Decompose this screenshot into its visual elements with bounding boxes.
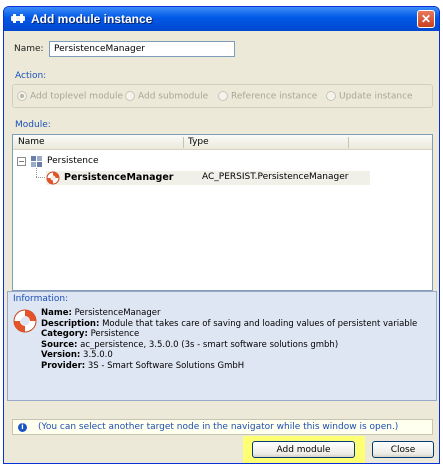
hint-text: (You can select another target node in t… (38, 422, 399, 432)
module-legend: Module: (15, 120, 51, 130)
tree-node-type: AC_PERSIST.PersistenceManager (202, 172, 349, 182)
info-category: Category: Persistence (41, 329, 429, 340)
info-value: ac_persistence, 3.5.0.0 (3s - smart soft… (80, 339, 339, 350)
radio-indicator (17, 91, 27, 101)
radio-reference-instance[interactable]: Reference instance (218, 91, 317, 103)
hint-bar: i (You can select another target node in… (12, 419, 433, 435)
tree-node-persistencemanager[interactable]: PersistenceManager AC_PERSIST.Persistenc… (46, 171, 370, 185)
title-bar[interactable]: Add module instance ✕ (4, 7, 439, 31)
radio-add-submodule[interactable]: Add submodule (125, 91, 208, 103)
information-panel: Information: Name: PersistenceManager De… (7, 291, 437, 401)
information-content: Name: PersistenceManager Description: Mo… (13, 307, 431, 397)
action-group: Add toplevel module Add submodule Refere… (12, 84, 433, 108)
info-key: Name: (41, 308, 72, 318)
add-module-button[interactable]: Add module (252, 441, 355, 458)
info-key: Provider: (41, 360, 86, 371)
name-label: Name: (14, 44, 44, 54)
tree-connector (36, 168, 37, 177)
module-icon (11, 14, 25, 23)
info-icon: i (18, 423, 27, 432)
radio-label: Update instance (339, 91, 413, 102)
radio-indicator (218, 91, 228, 101)
radio-indicator (125, 91, 135, 101)
radio-add-toplevel-module[interactable]: Add toplevel module (17, 91, 123, 103)
tree-header: Name Type (13, 135, 432, 150)
info-value: 3S - Smart Software Solutions GmbH (87, 360, 245, 371)
information-lines: Name: PersistenceManager Description: Mo… (41, 308, 429, 371)
radio-update-instance[interactable]: Update instance (326, 91, 413, 103)
info-key: Source: (41, 339, 78, 350)
column-header-type[interactable]: Type (188, 137, 209, 147)
info-description: Description: Module that takes care of s… (41, 319, 429, 330)
info-value: Module that takes care of saving and loa… (102, 318, 418, 329)
window-title: Add module instance (31, 12, 153, 26)
info-source: Source: ac_persistence, 3.5.0.0 (3s - sm… (41, 340, 429, 351)
lifebuoy-icon (13, 309, 37, 333)
info-value: PersistenceManager (74, 308, 161, 318)
name-input[interactable] (49, 41, 235, 57)
radio-label: Reference instance (231, 91, 318, 102)
column-divider[interactable] (348, 137, 349, 148)
lifebuoy-icon (46, 171, 60, 185)
tree-node-label: PersistenceManager (64, 172, 174, 183)
action-legend: Action: (15, 71, 47, 81)
close-icon[interactable]: ✕ (417, 10, 435, 28)
info-version: Version: 3.5.0.0 (41, 350, 429, 361)
collapse-icon[interactable]: − (17, 157, 26, 166)
tree-connector (36, 177, 45, 178)
radio-indicator (326, 91, 336, 101)
info-name: Name: PersistenceManager (41, 308, 429, 319)
radio-label: Add submodule (138, 91, 209, 102)
info-value: 3.5.0.0 (83, 350, 113, 360)
info-key: Version: (41, 350, 81, 360)
close-button[interactable]: Close (372, 441, 434, 458)
info-provider: Provider: 3S - Smart Software Solutions … (41, 361, 429, 372)
column-header-name[interactable]: Name (18, 137, 45, 147)
category-icon (31, 156, 42, 167)
dialog-window: Add module instance ✕ Name: Action: Add … (3, 6, 440, 464)
radio-label: Add toplevel module (30, 91, 124, 102)
column-divider[interactable] (183, 137, 184, 148)
information-legend: Information: (13, 294, 69, 304)
info-value: Persistence (90, 329, 140, 339)
module-tree[interactable]: Name Type − Persistence PersistenceManag… (12, 134, 433, 291)
tree-node-label: Persistence (47, 156, 99, 166)
info-key: Category: (41, 329, 88, 339)
info-key: Description: (41, 318, 100, 329)
